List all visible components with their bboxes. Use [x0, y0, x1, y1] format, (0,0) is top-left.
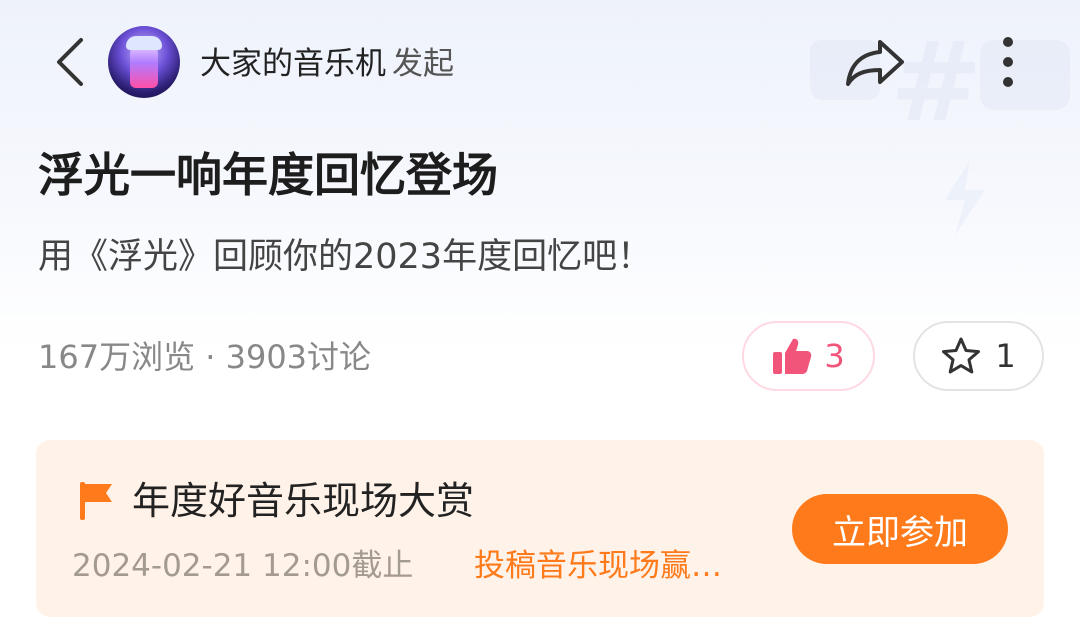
share-button[interactable] [842, 30, 908, 94]
like-button[interactable]: 3 [742, 321, 875, 391]
top-bar: 大家的音乐机 发起 [0, 0, 1080, 130]
share-arrow-icon [846, 40, 904, 86]
more-options-button[interactable] [984, 28, 1032, 96]
more-vertical-icon [1003, 37, 1013, 87]
topic-subtitle: 用《浮光》回顾你的2023年度回忆吧！ [38, 237, 653, 277]
initiator-info[interactable]: 大家的音乐机 发起 [200, 42, 454, 86]
like-count: 3 [824, 337, 845, 375]
avatar-hat [126, 36, 162, 50]
topic-stats: 167万浏览 · 3903讨论 [38, 338, 372, 376]
favorite-button[interactable]: 1 [913, 321, 1044, 391]
back-chevron-icon [57, 38, 83, 86]
star-icon [942, 337, 981, 374]
initiator-suffix: 发起 [392, 46, 454, 82]
activity-description: 投稿音乐现场赢… [474, 548, 722, 584]
initiator-avatar[interactable] [108, 26, 180, 98]
join-button[interactable]: 立即参加 [792, 494, 1008, 564]
favorite-count: 1 [995, 337, 1016, 375]
activity-card[interactable]: 年度好音乐现场大赏 2024-02-21 12:00截止 投稿音乐现场赢… 立即… [36, 440, 1044, 617]
activity-deadline: 2024-02-21 12:00截止 [72, 548, 414, 584]
thumbs-up-icon [773, 338, 812, 374]
flag-icon [80, 482, 112, 520]
activity-title: 年度好音乐现场大赏 [132, 479, 475, 523]
initiator-name: 大家的音乐机 [200, 46, 386, 82]
topic-title: 浮光一响年度回忆登场 [38, 148, 498, 202]
back-button[interactable] [44, 34, 96, 90]
